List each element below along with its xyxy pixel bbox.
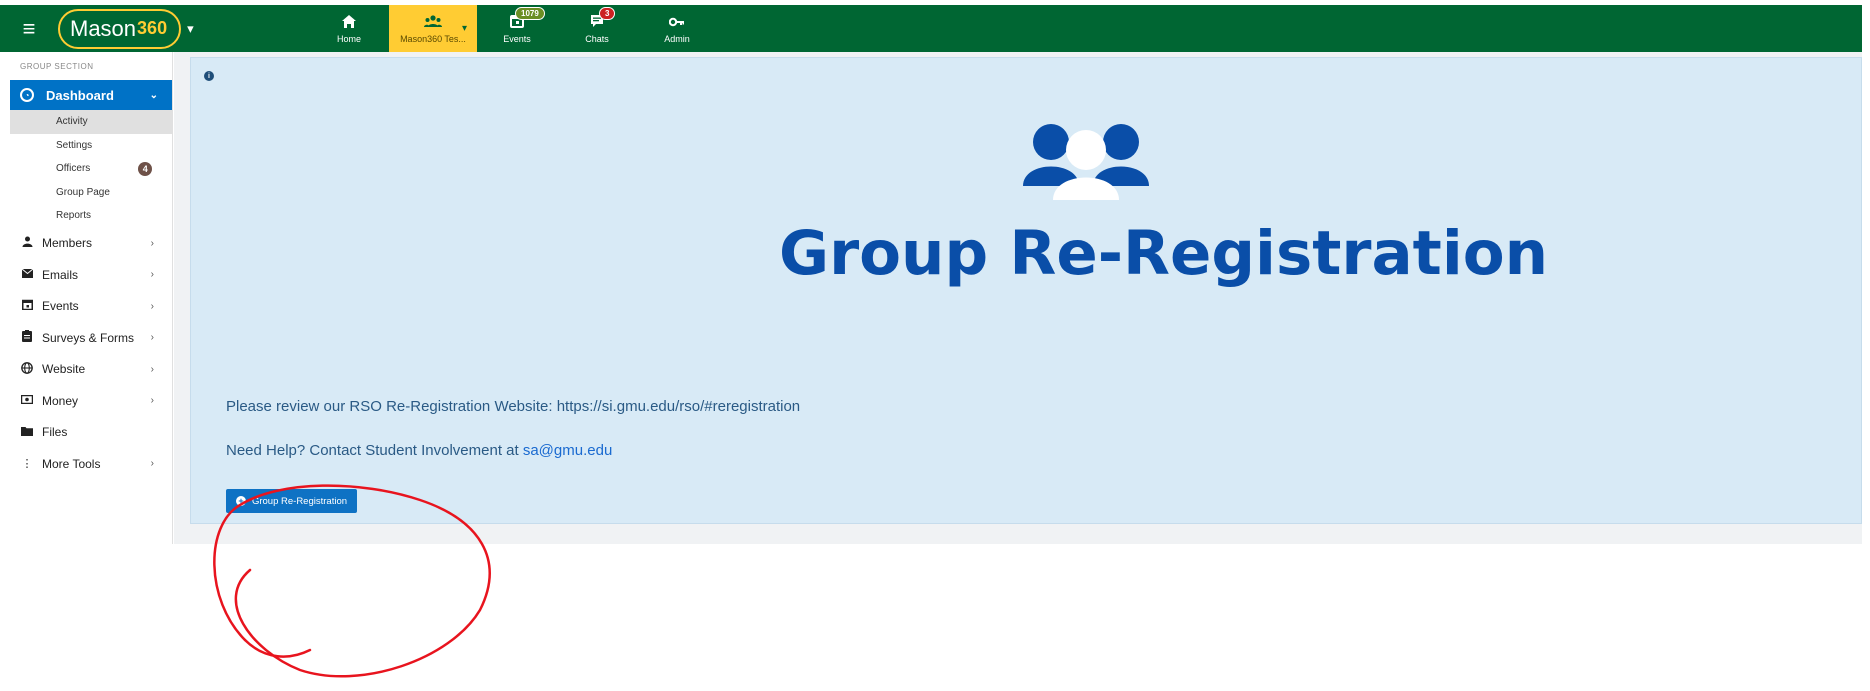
registration-website-link[interactable]: https://si.gmu.edu/rso/#reregistration — [557, 398, 800, 415]
sidebar-item-label: Files — [42, 425, 68, 440]
chevron-right-icon: › — [150, 332, 154, 344]
key-icon — [668, 14, 685, 34]
clipboard-icon — [20, 330, 34, 345]
nav-admin[interactable]: Admin — [637, 5, 717, 52]
person-icon — [20, 236, 34, 250]
sidebar-item-files[interactable]: Files — [0, 417, 172, 449]
dashboard-icon: ◔ — [20, 88, 34, 102]
group-icon — [1021, 120, 1151, 205]
sidebar-item-label: Website — [42, 362, 86, 377]
officers-count-badge: 4 — [138, 161, 153, 176]
sidebar-heading: GROUP SECTION — [20, 61, 94, 71]
nav-home[interactable]: Home — [309, 5, 389, 52]
chevron-down-icon: ⌄ — [149, 89, 158, 101]
chevron-right-icon: › — [150, 395, 154, 407]
sidebar-item-events[interactable]: Events › — [0, 291, 172, 323]
sidebar-subitem-officers[interactable]: Officers 4 — [10, 157, 172, 181]
sidebar-item-more-tools[interactable]: ⋮ More Tools › — [0, 448, 172, 480]
nav-label: Admin — [664, 33, 690, 44]
info-icon[interactable]: i — [204, 71, 214, 81]
button-label: Group Re-Registration — [251, 495, 348, 507]
group-icon — [424, 14, 442, 34]
nav-group[interactable]: Mason360 Tes... ▾ — [389, 5, 477, 52]
home-icon — [341, 14, 357, 34]
folder-icon — [20, 426, 34, 439]
page-title: Group Re-Registration — [779, 218, 1549, 289]
sidebar-subitem-group-page[interactable]: Group Page — [10, 181, 172, 205]
sidebar-subitem-settings[interactable]: Settings — [10, 134, 172, 158]
globe-icon — [20, 361, 34, 377]
sidebar-subitem-label: Settings — [56, 139, 93, 151]
sidebar-item-emails[interactable]: Emails › — [0, 259, 172, 291]
sidebar-item-label: Money — [42, 393, 79, 408]
review-label: Please review our RSO Re-Registration We… — [226, 398, 557, 415]
sidebar-subitem-activity[interactable]: Activity — [10, 110, 172, 134]
help-label: Need Help? Contact Student Involvement a… — [226, 442, 523, 459]
sidebar-subitem-label: Activity — [56, 116, 88, 128]
top-nav-items: Home Mason360 Tes... ▾ Events 1079 Chats… — [309, 5, 717, 52]
sidebar-item-label: Dashboard — [46, 87, 114, 103]
review-text: Please review our RSO Re-Registration We… — [226, 398, 800, 415]
chevron-right-icon: › — [150, 237, 154, 249]
help-text: Need Help? Contact Student Involvement a… — [226, 442, 612, 459]
sidebar-item-money[interactable]: Money › — [0, 385, 172, 417]
nav-label: Mason360 Tes... — [400, 33, 466, 44]
calendar-icon — [20, 299, 34, 313]
chevron-down-icon[interactable]: ▾ — [462, 23, 467, 34]
nav-label: Events — [503, 33, 531, 44]
group-re-registration-button[interactable]: + Group Re-Registration — [226, 489, 357, 513]
hamburger-icon[interactable]: ≡ — [0, 5, 58, 52]
chevron-right-icon: › — [150, 458, 154, 470]
logo-number: 360 — [137, 18, 168, 38]
top-navbar: ≡ Mason 360 ▾ Home Mason360 Tes... ▾ Eve… — [0, 5, 1862, 52]
contact-email-link[interactable]: sa@gmu.edu — [523, 442, 612, 459]
nav-chats[interactable]: Chats 3 — [557, 5, 637, 52]
chats-count-badge: 3 — [599, 7, 616, 20]
chevron-down-icon[interactable]: ▾ — [187, 21, 194, 37]
sidebar-item-surveys-forms[interactable]: Surveys & Forms › — [0, 322, 172, 354]
logo[interactable]: Mason 360 ▾ — [58, 5, 198, 52]
nav-label: Home — [336, 33, 361, 44]
sidebar-item-website[interactable]: Website › — [0, 354, 172, 386]
sidebar-subitem-reports[interactable]: Reports — [10, 204, 172, 228]
sidebar-item-label: Members — [42, 236, 93, 251]
events-count-badge: 1079 — [515, 7, 545, 20]
sidebar-item-label: More Tools — [42, 456, 101, 471]
nav-label: Chats — [585, 33, 609, 44]
sidebar-subitem-label: Reports — [56, 210, 92, 222]
sidebar-item-label: Surveys & Forms — [42, 330, 135, 345]
sidebar: GROUP SECTION ◔ Dashboard ⌄ Activity Set… — [0, 52, 173, 544]
more-icon: ⋮ — [21, 458, 33, 471]
sidebar-subitem-label: Officers — [56, 163, 91, 175]
sidebar-subitem-label: Group Page — [56, 186, 110, 198]
sidebar-item-dashboard[interactable]: ◔ Dashboard ⌄ — [10, 80, 172, 110]
nav-events[interactable]: Events 1079 — [477, 5, 557, 52]
re-registration-panel: i Group Re-Registration Please review ou… — [190, 57, 1862, 524]
money-icon — [20, 394, 34, 407]
sidebar-item-label: Events — [42, 299, 79, 314]
chevron-right-icon: › — [150, 363, 154, 375]
logo-text: Mason — [70, 15, 137, 41]
sidebar-item-label: Emails — [42, 267, 79, 282]
envelope-icon — [20, 268, 34, 281]
sidebar-item-members[interactable]: Members › — [0, 228, 172, 260]
chevron-right-icon: › — [150, 269, 154, 281]
chevron-right-icon: › — [150, 300, 154, 312]
app: ≡ Mason 360 ▾ Home Mason360 Tes... ▾ Eve… — [0, 0, 1870, 691]
plus-circle-icon: + — [235, 496, 246, 506]
mason360-logo[interactable]: Mason 360 — [58, 8, 182, 49]
